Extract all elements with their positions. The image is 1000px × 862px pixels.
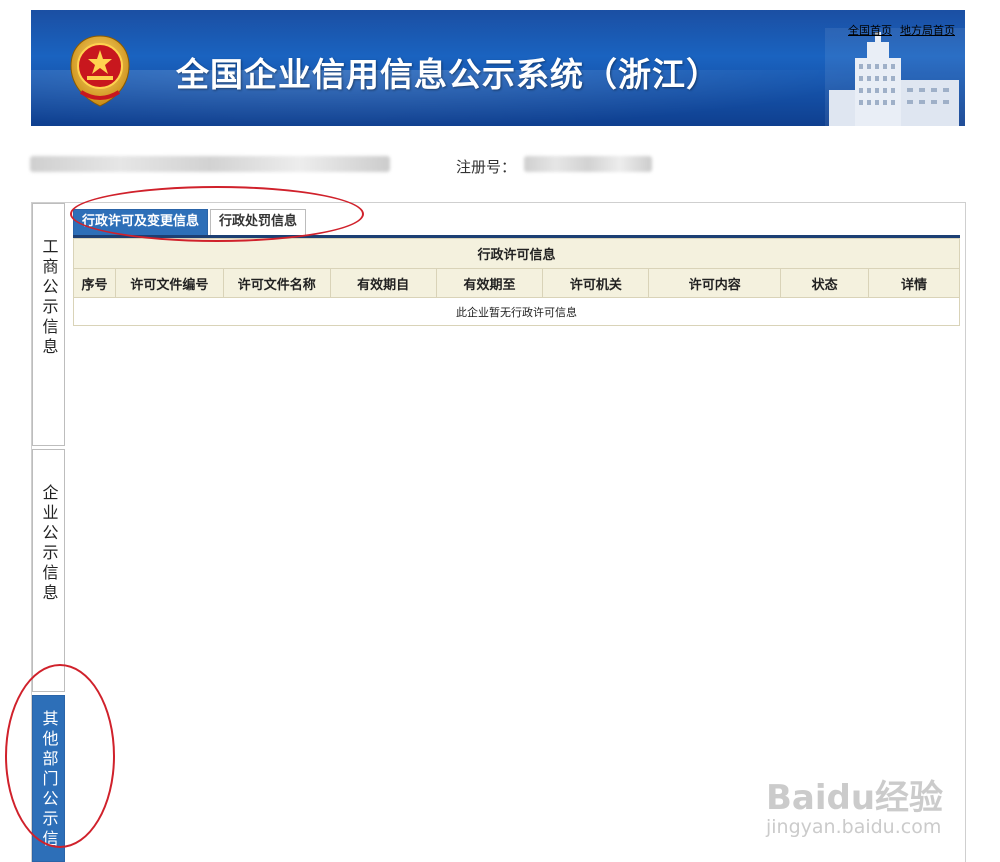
banner-title: 全国企业信用信息公示系统（浙江） bbox=[176, 55, 720, 94]
table-header-row: 序号 许可文件编号 许可文件名称 有效期自 有效期至 许可机关 许可内容 状态 … bbox=[73, 268, 960, 298]
tab-admin-license[interactable]: 行政许可及变更信息 bbox=[73, 209, 209, 235]
column-header: 序号 bbox=[73, 268, 116, 298]
watermark-url: jingyan.baidu.com bbox=[766, 816, 942, 838]
building-icon bbox=[825, 28, 965, 126]
link-national-home[interactable]: 全国首页 bbox=[848, 22, 892, 38]
license-table: 行政许可信息 序号 许可文件编号 许可文件名称 有效期自 有效期至 许可机关 许… bbox=[73, 238, 960, 326]
header-banner: 全国企业信用信息公示系统（浙江） 全国首页 地方局首页 bbox=[31, 10, 965, 126]
top-links: 全国首页 地方局首页 bbox=[848, 22, 955, 38]
column-header: 详情 bbox=[868, 268, 960, 298]
column-header: 有效期自 bbox=[329, 268, 437, 298]
baidu-watermark: Baidu经验 jingyan.baidu.com bbox=[766, 756, 956, 846]
side-tab-enterprise-info[interactable]: 企业公示信息 bbox=[32, 449, 65, 692]
side-tab-label: 企业公示信息 bbox=[39, 484, 59, 604]
empty-message: 此企业暂无行政许可信息 bbox=[73, 297, 960, 326]
side-tab-business-info[interactable]: 工商公示信息 bbox=[32, 203, 65, 446]
company-name-blurred bbox=[30, 156, 390, 172]
company-info-row: 注册号： bbox=[30, 154, 964, 176]
tab-admin-penalty[interactable]: 行政处罚信息 bbox=[210, 209, 307, 235]
registration-label: 注册号： bbox=[456, 158, 517, 176]
registration-number-blurred bbox=[524, 156, 652, 172]
column-header: 许可内容 bbox=[648, 268, 782, 298]
watermark-logo: Baidu经验 bbox=[766, 778, 944, 818]
table-caption: 行政许可信息 bbox=[73, 238, 960, 269]
tab-bar: 行政许可及变更信息 行政处罚信息 bbox=[73, 209, 307, 235]
column-header: 许可文件编号 bbox=[114, 268, 224, 298]
side-tab-other-departments[interactable]: 其他部门公示信 bbox=[32, 695, 65, 862]
column-header: 许可文件名称 bbox=[222, 268, 331, 298]
side-tab-label: 其他部门公示信 bbox=[39, 710, 59, 850]
column-header: 许可机关 bbox=[542, 268, 650, 298]
national-emblem-icon bbox=[70, 35, 130, 107]
column-header: 状态 bbox=[780, 268, 870, 298]
link-local-home[interactable]: 地方局首页 bbox=[900, 22, 955, 38]
column-header: 有效期至 bbox=[435, 268, 544, 298]
side-tab-label: 工商公示信息 bbox=[39, 238, 59, 358]
